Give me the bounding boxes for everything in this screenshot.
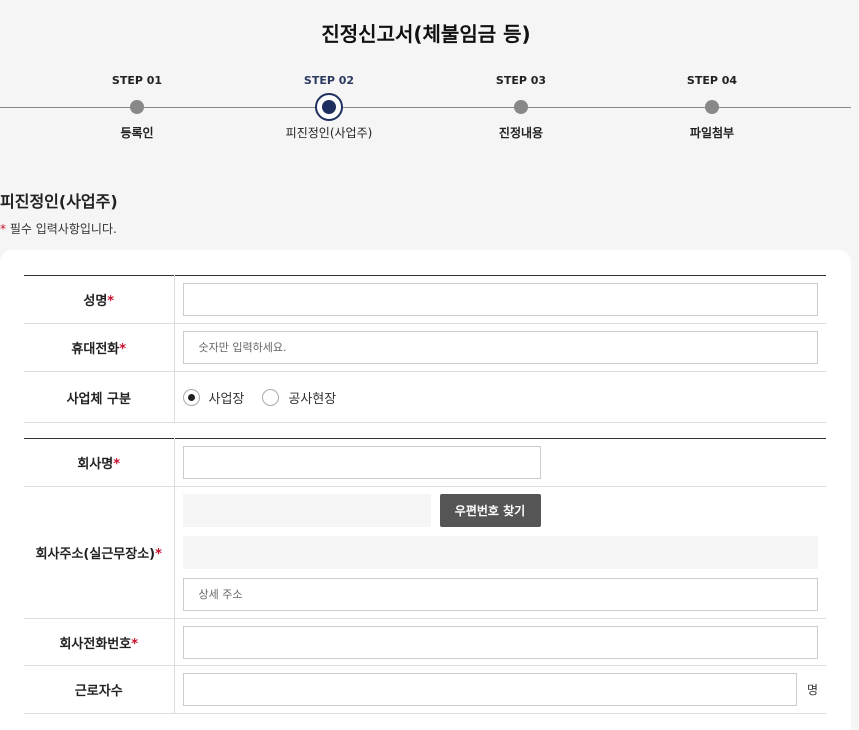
form-card: 성명* 휴대전화* 숫자만 입력하세요. 사업체 구분 사업장 공사현장 회사명… xyxy=(0,250,851,730)
zipcode-input[interactable] xyxy=(182,494,431,527)
page-title: 진정신고서(체불임금 등) xyxy=(321,22,531,46)
company-phone-input[interactable] xyxy=(182,625,818,659)
zipcode-search-button[interactable]: 우편번호 찾기 xyxy=(439,494,541,527)
form-row-phone: 휴대전화* 숫자만 입력하세요. xyxy=(24,323,826,372)
step-dot xyxy=(514,100,528,114)
company-info-table: 회사명* 회사주소(실근무장소)* 우편번호 찾기 상세 주소 회사전화번호* … xyxy=(24,438,826,714)
step-dot-active xyxy=(315,93,343,121)
company-label: 회사명* xyxy=(24,438,175,487)
workers-unit: 명 xyxy=(806,683,818,697)
workers-label: 근로자수 xyxy=(24,665,175,714)
name-input[interactable] xyxy=(182,283,818,316)
workers-count-input[interactable] xyxy=(182,673,797,706)
step-dot xyxy=(705,100,719,114)
step-number: STEP 04 xyxy=(686,74,738,87)
name-label: 성명* xyxy=(24,275,175,324)
section-title: 피진정인(사업주) xyxy=(0,192,118,211)
phone-label: 휴대전화* xyxy=(24,323,175,372)
step-4: STEP 04 파일첨부 xyxy=(642,72,782,141)
step-number: STEP 03 xyxy=(495,74,547,87)
step-1: STEP 01 등록인 xyxy=(67,72,207,141)
radio-construction-site[interactable]: 공사현장 xyxy=(262,388,336,407)
step-label: 파일첨부 xyxy=(689,126,735,140)
address-label: 회사주소(실근무장소)* xyxy=(24,486,175,619)
form-row-workers: 근로자수 명 xyxy=(24,665,826,714)
radio-unchecked-icon xyxy=(262,388,280,406)
company-phone-label: 회사전화번호* xyxy=(24,618,175,666)
step-label: 진정내용 xyxy=(498,126,544,140)
step-label: 등록인 xyxy=(120,126,154,140)
step-progress: STEP 01 등록인 STEP 02 피진정인(사업주) STEP 03 진정… xyxy=(0,72,859,152)
form-row-name: 성명* xyxy=(24,275,826,324)
required-note: * 필수 입력사항입니다. xyxy=(0,220,117,237)
biz-type-radio-group: 사업장 공사현장 xyxy=(182,388,819,407)
step-dot xyxy=(130,100,144,114)
owner-info-table: 성명* 휴대전화* 숫자만 입력하세요. 사업체 구분 사업장 공사현장 xyxy=(24,275,826,423)
company-name-input[interactable] xyxy=(182,446,541,479)
phone-input[interactable]: 숫자만 입력하세요. xyxy=(182,331,818,364)
step-number: STEP 02 xyxy=(303,74,355,87)
form-row-company: 회사명* xyxy=(24,438,826,487)
step-label: 피진정인(사업주) xyxy=(285,126,373,140)
form-row-company-phone: 회사전화번호* xyxy=(24,618,826,666)
form-row-address: 회사주소(실근무장소)* 우편번호 찾기 상세 주소 xyxy=(24,486,826,619)
form-row-biz-type: 사업체 구분 사업장 공사현장 xyxy=(24,371,826,423)
radio-workplace[interactable]: 사업장 xyxy=(182,388,244,407)
detail-address-input[interactable]: 상세 주소 xyxy=(182,578,818,611)
required-note-text: 필수 입력사항입니다. xyxy=(6,222,117,236)
address-input[interactable] xyxy=(182,536,818,569)
biz-type-label: 사업체 구분 xyxy=(24,371,175,423)
step-number: STEP 01 xyxy=(111,74,163,87)
step-2: STEP 02 피진정인(사업주) xyxy=(259,72,399,141)
radio-checked-icon xyxy=(182,388,200,406)
step-3: STEP 03 진정내용 xyxy=(451,72,591,141)
